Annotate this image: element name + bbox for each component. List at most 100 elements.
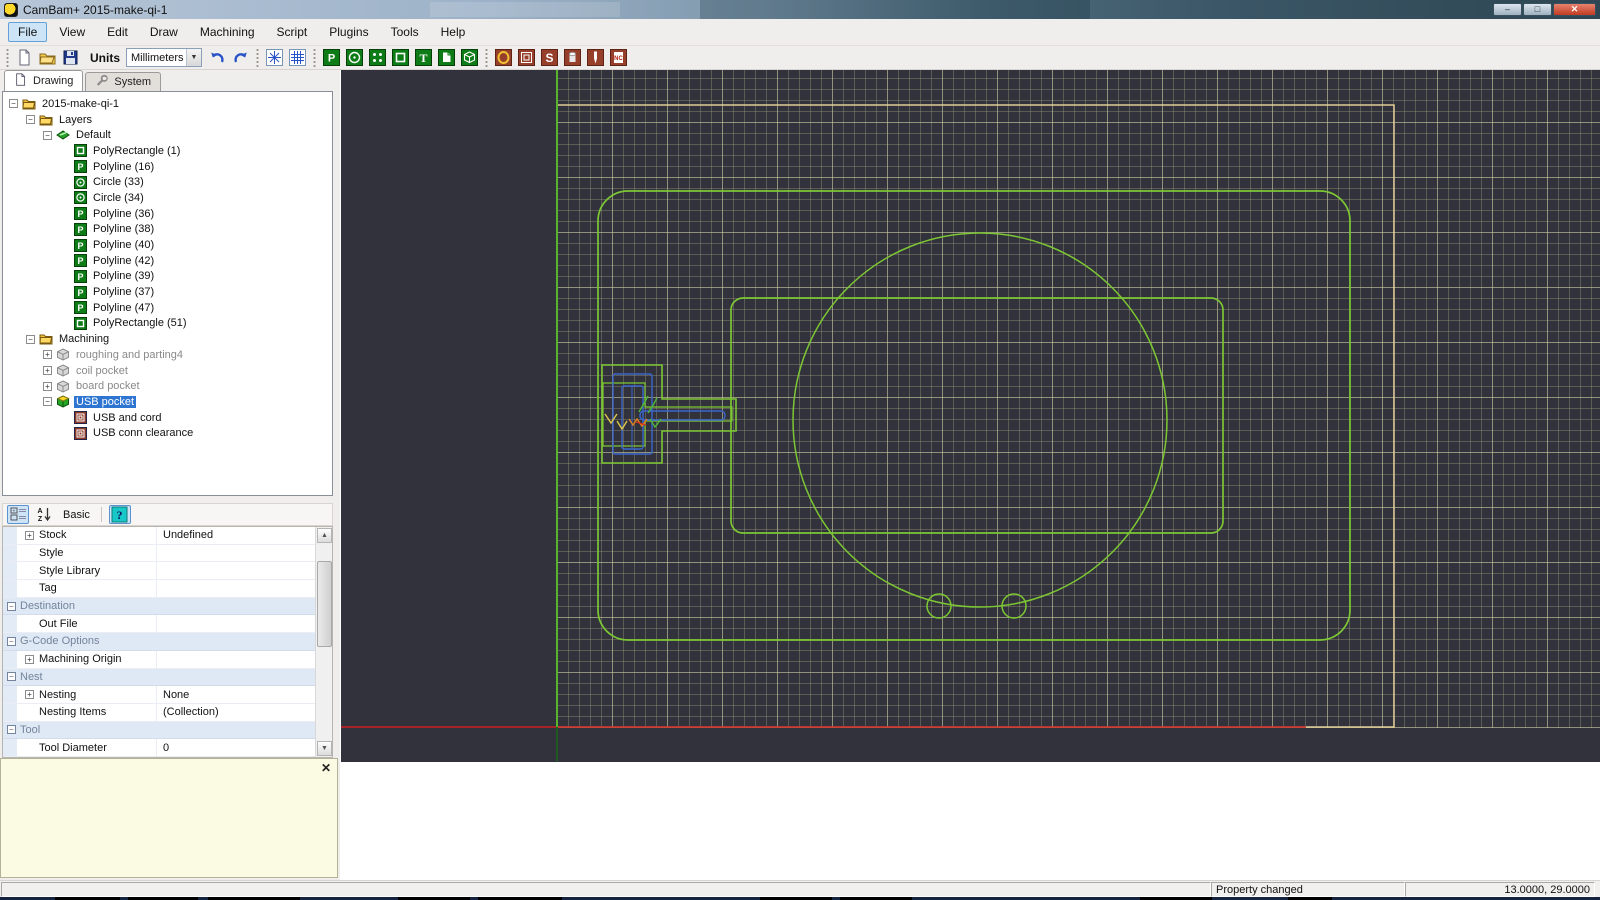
tree-item-polyline-39-[interactable]: P Polyline (39)	[3, 269, 332, 285]
tree-item-machining[interactable]: − Machining	[3, 331, 332, 347]
tree-item-polyline-38-[interactable]: P Polyline (38)	[3, 222, 332, 238]
property-row-nesting-items[interactable]: Nesting Items (Collection)	[3, 703, 332, 722]
scroll-up-button[interactable]: ▲	[317, 528, 332, 543]
new-file-icon[interactable]	[14, 48, 35, 68]
collapse-icon[interactable]: −	[26, 334, 35, 344]
scrollbar-thumb[interactable]	[317, 561, 332, 647]
categorized-view-button[interactable]: +	[7, 505, 29, 524]
menu-help[interactable]: Help	[431, 22, 476, 42]
menu-plugins[interactable]: Plugins	[319, 22, 378, 42]
property-category-destination[interactable]: − Destination	[3, 597, 332, 616]
collapse-icon[interactable]: −	[7, 725, 16, 735]
tree-item-polyline-16-[interactable]: P Polyline (16)	[3, 159, 332, 175]
toggle-axes-icon[interactable]	[264, 48, 285, 68]
toggle-grid-icon[interactable]	[287, 48, 308, 68]
property-row-tag[interactable]: Tag	[3, 580, 332, 598]
collapse-icon[interactable]: −	[43, 397, 52, 407]
property-row-tool-diameter[interactable]: Tool Diameter 0	[3, 739, 332, 757]
property-value[interactable]: (Collection)	[157, 706, 332, 718]
property-row-stock[interactable]: + Stock Undefined	[3, 527, 332, 545]
tree-item-usb-pocket[interactable]: − USB pocket	[3, 394, 332, 410]
scroll-down-button[interactable]: ▼	[317, 741, 332, 756]
menu-machining[interactable]: Machining	[190, 22, 265, 42]
property-row-machining-origin[interactable]: + Machining Origin	[3, 650, 332, 669]
toolbar-grip[interactable]	[312, 48, 317, 67]
expand-icon[interactable]: +	[25, 654, 34, 664]
draw-3d-icon[interactable]	[459, 48, 480, 68]
expand-icon[interactable]: +	[43, 350, 52, 360]
open-folder-icon[interactable]	[37, 48, 58, 68]
tree-item-polyline-37-[interactable]: P Polyline (37)	[3, 284, 332, 300]
draw-text-icon[interactable]: T	[413, 48, 434, 68]
menu-draw[interactable]: Draw	[140, 22, 188, 42]
tree-item-roughing-and-parting4[interactable]: + roughing and parting4	[3, 347, 332, 363]
tree-item-layers[interactable]: − Layers	[3, 112, 332, 128]
collapse-icon[interactable]: −	[7, 601, 16, 611]
undo-icon[interactable]	[207, 48, 228, 68]
property-row-style-library[interactable]: Style Library	[3, 562, 332, 581]
draw-circle-icon[interactable]	[344, 48, 365, 68]
tree-item-usb-and-cord[interactable]: USB and cord	[3, 410, 332, 426]
tree-item-polyline-47-[interactable]: P Polyline (47)	[3, 300, 332, 316]
chevron-down-icon[interactable]: ▼	[186, 49, 201, 66]
draw-rectangle-icon[interactable]	[390, 48, 411, 68]
toolbar-grip[interactable]	[484, 48, 489, 67]
help-toggle-button[interactable]: ?	[108, 505, 131, 524]
tree-item-2015-make-qi-1[interactable]: − 2015-make-qi-1	[3, 96, 332, 112]
close-description-icon[interactable]: ✕	[321, 761, 331, 775]
collapse-icon[interactable]: −	[43, 130, 52, 140]
drill-mop-icon[interactable]	[562, 48, 583, 68]
engrave-mop-icon[interactable]: S	[539, 48, 560, 68]
lathe-mop-icon[interactable]	[585, 48, 606, 68]
basic-mode-label[interactable]: Basic	[63, 509, 90, 521]
drawing-tree[interactable]: −2015-make-qi-1− Layers − Default PolyRectan…	[2, 91, 333, 496]
property-row-nesting[interactable]: + Nesting None	[3, 686, 332, 704]
toolbar-grip[interactable]	[255, 48, 260, 67]
tree-item-circle-33-[interactable]: Circle (33)	[3, 174, 332, 190]
property-category-nest[interactable]: − Nest	[3, 668, 332, 687]
tree-item-board-pocket[interactable]: + board pocket	[3, 378, 332, 394]
menu-view[interactable]: View	[49, 22, 95, 42]
menu-tools[interactable]: Tools	[381, 22, 429, 42]
collapse-icon[interactable]: −	[7, 636, 16, 646]
property-row-out-file[interactable]: Out File	[3, 615, 332, 634]
tree-item-polyrectangle-51-[interactable]: PolyRectangle (51)	[3, 316, 332, 332]
close-button[interactable]: ✕	[1553, 3, 1596, 16]
nc-file-icon[interactable]: NC	[608, 48, 629, 68]
tree-item-polyline-40-[interactable]: P Polyline (40)	[3, 237, 332, 253]
property-scrollbar[interactable]: ▲ ▼	[315, 527, 332, 757]
minimize-button[interactable]: –	[1493, 3, 1522, 16]
property-value[interactable]: None	[157, 689, 332, 701]
property-value[interactable]: 0	[157, 742, 332, 754]
tab-drawing[interactable]: Drawing	[4, 70, 84, 91]
maximize-button[interactable]: □	[1523, 3, 1552, 16]
tree-item-usb-conn-clearance[interactable]: USB conn clearance	[3, 425, 332, 441]
tab-system[interactable]: System	[85, 72, 162, 91]
property-row-style[interactable]: Style	[3, 544, 332, 563]
menu-script[interactable]: Script	[267, 22, 318, 42]
expand-icon[interactable]: +	[25, 690, 34, 700]
tree-item-coil-pocket[interactable]: + coil pocket	[3, 363, 332, 379]
redo-icon[interactable]	[230, 48, 251, 68]
expand-icon[interactable]: +	[43, 381, 52, 391]
tree-item-polyline-36-[interactable]: P Polyline (36)	[3, 206, 332, 222]
property-category-tool[interactable]: − Tool	[3, 721, 332, 740]
tree-item-polyrectangle-1-[interactable]: PolyRectangle (1)	[3, 143, 332, 159]
sort-alpha-button[interactable]: AZ	[33, 505, 55, 524]
units-combobox[interactable]: Millimeters ▼	[126, 48, 202, 67]
tree-item-circle-34-[interactable]: Circle (34)	[3, 190, 332, 206]
pocket-mop-icon[interactable]	[516, 48, 537, 68]
menu-edit[interactable]: Edit	[97, 22, 138, 42]
tree-item-default[interactable]: − Default	[3, 127, 332, 143]
collapse-icon[interactable]: −	[9, 99, 18, 109]
draw-points-icon[interactable]	[367, 48, 388, 68]
menu-file[interactable]: File	[8, 22, 48, 42]
expand-icon[interactable]: +	[25, 530, 34, 540]
draw-surface-icon[interactable]	[436, 48, 457, 68]
collapse-icon[interactable]: −	[7, 672, 16, 682]
drawing-canvas[interactable]	[341, 70, 1600, 762]
tree-item-polyline-42-[interactable]: P Polyline (42)	[3, 253, 332, 269]
profile-mop-icon[interactable]	[493, 48, 514, 68]
draw-polyline-icon[interactable]: P	[321, 48, 342, 68]
collapse-icon[interactable]: −	[26, 115, 35, 125]
